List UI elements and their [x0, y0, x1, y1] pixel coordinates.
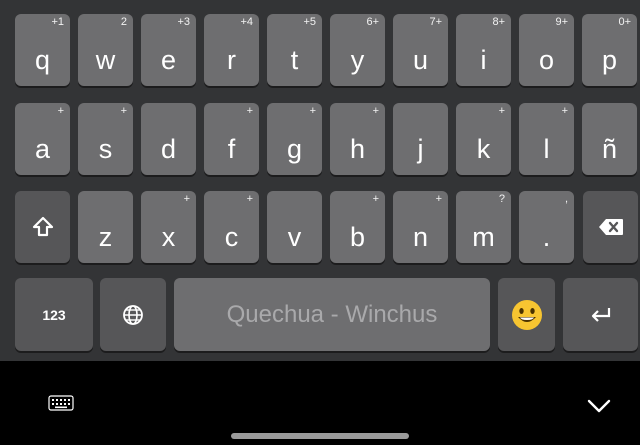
key[interactable]: 8+ i [456, 14, 511, 86]
chevron-down-icon [582, 393, 616, 419]
key[interactable]: v [267, 191, 322, 263]
key-label: a [34, 134, 51, 164]
key-hint: + [435, 193, 442, 205]
emoji-icon [498, 278, 555, 351]
key-label: q [34, 45, 51, 75]
key[interactable]: + s [78, 103, 133, 175]
key-hint: 2 [120, 16, 127, 28]
key-label: g [286, 134, 303, 164]
key-label: l [543, 134, 550, 164]
space-bar-label: Quechua - Winchus [226, 300, 438, 328]
key[interactable]: + x [141, 191, 196, 263]
key-hint: ? [498, 193, 505, 205]
key-label: w [95, 45, 116, 75]
key-label: j [417, 134, 424, 164]
numbers-key[interactable]: 123 [15, 278, 93, 351]
keyboard-switch-button[interactable] [44, 391, 78, 415]
backspace-icon [583, 191, 638, 263]
key-label: v [287, 222, 302, 252]
key-hint: + [120, 105, 127, 117]
key-label: z [98, 222, 113, 252]
key-hint: + [498, 105, 505, 117]
keyboard-icon [44, 391, 78, 415]
key-hint: 7+ [429, 16, 442, 28]
key-label: o [538, 45, 555, 75]
key-hint: + [246, 105, 253, 117]
key-label: t [290, 45, 299, 75]
globe-icon [100, 278, 166, 351]
key[interactable]: ñ [582, 103, 637, 175]
key-label: u [412, 45, 429, 75]
shift-icon [15, 191, 70, 263]
backspace-key[interactable] [583, 191, 638, 263]
key[interactable]: 9+ o [519, 14, 574, 86]
key-hint: 8+ [492, 16, 505, 28]
key-hint: + [372, 105, 379, 117]
language-key[interactable] [100, 278, 166, 351]
enter-key[interactable] [563, 278, 638, 351]
key[interactable]: +4 r [204, 14, 259, 86]
key-hint: 0+ [618, 16, 631, 28]
key[interactable]: + h [330, 103, 385, 175]
key-label: s [98, 134, 113, 164]
key-hint: +3 [177, 16, 190, 28]
key-label: m [472, 222, 495, 252]
key-hint: + [309, 105, 316, 117]
key-label: y [350, 45, 365, 75]
key-hint: , [564, 193, 568, 205]
key-hint: + [561, 105, 568, 117]
key-label: b [349, 222, 366, 252]
key-label: e [160, 45, 177, 75]
key[interactable]: j [393, 103, 448, 175]
home-indicator[interactable] [231, 433, 409, 439]
key-hint: +1 [51, 16, 64, 28]
key[interactable]: + a [15, 103, 70, 175]
key-label: h [349, 134, 366, 164]
numbers-key-label: 123 [42, 306, 66, 323]
key-hint: 6+ [366, 16, 379, 28]
keyboard: +1 q 2 w +3 e +4 r +5 t 6+ y 7+ u 8+ i 9+ o 0+ p + a + s d + f + g +… [0, 0, 640, 361]
key-label: k [476, 134, 491, 164]
key[interactable]: 7+ u [393, 14, 448, 86]
key[interactable]: + n [393, 191, 448, 263]
key-label: c [224, 222, 239, 252]
key[interactable]: + c [204, 191, 259, 263]
key[interactable]: +1 q [15, 14, 70, 86]
shift-key[interactable] [15, 191, 70, 263]
key[interactable]: +3 e [141, 14, 196, 86]
key[interactable]: d [141, 103, 196, 175]
key[interactable]: + b [330, 191, 385, 263]
key-hint: +5 [303, 16, 316, 28]
key-label: r [227, 45, 236, 75]
emoji-key[interactable] [498, 278, 555, 351]
key[interactable]: ,. [519, 191, 574, 263]
enter-icon [563, 278, 638, 351]
key-hint: + [372, 193, 379, 205]
key[interactable]: + l [519, 103, 574, 175]
key[interactable]: +5 t [267, 14, 322, 86]
key-hint: +4 [240, 16, 253, 28]
key[interactable]: 0+ p [582, 14, 637, 86]
key-label: . [542, 222, 551, 252]
key[interactable]: z [78, 191, 133, 263]
space-bar[interactable]: Quechua - Winchus [174, 278, 490, 351]
key-label: n [412, 222, 429, 252]
key-label: i [480, 45, 487, 75]
key-hint: + [183, 193, 190, 205]
key[interactable]: 2w [78, 14, 133, 86]
key-label: ñ [601, 134, 618, 164]
key[interactable]: + f [204, 103, 259, 175]
key[interactable]: + g [267, 103, 322, 175]
key[interactable]: + k [456, 103, 511, 175]
hide-keyboard-button[interactable] [582, 393, 616, 419]
key-label: x [161, 222, 176, 252]
key[interactable]: 6+ y [330, 14, 385, 86]
key[interactable]: ? m [456, 191, 511, 263]
key-label: p [601, 45, 618, 75]
key-hint: 9+ [555, 16, 568, 28]
key-hint: + [57, 105, 64, 117]
key-label: f [227, 134, 236, 164]
key-label: d [160, 134, 177, 164]
key-hint: + [246, 193, 253, 205]
